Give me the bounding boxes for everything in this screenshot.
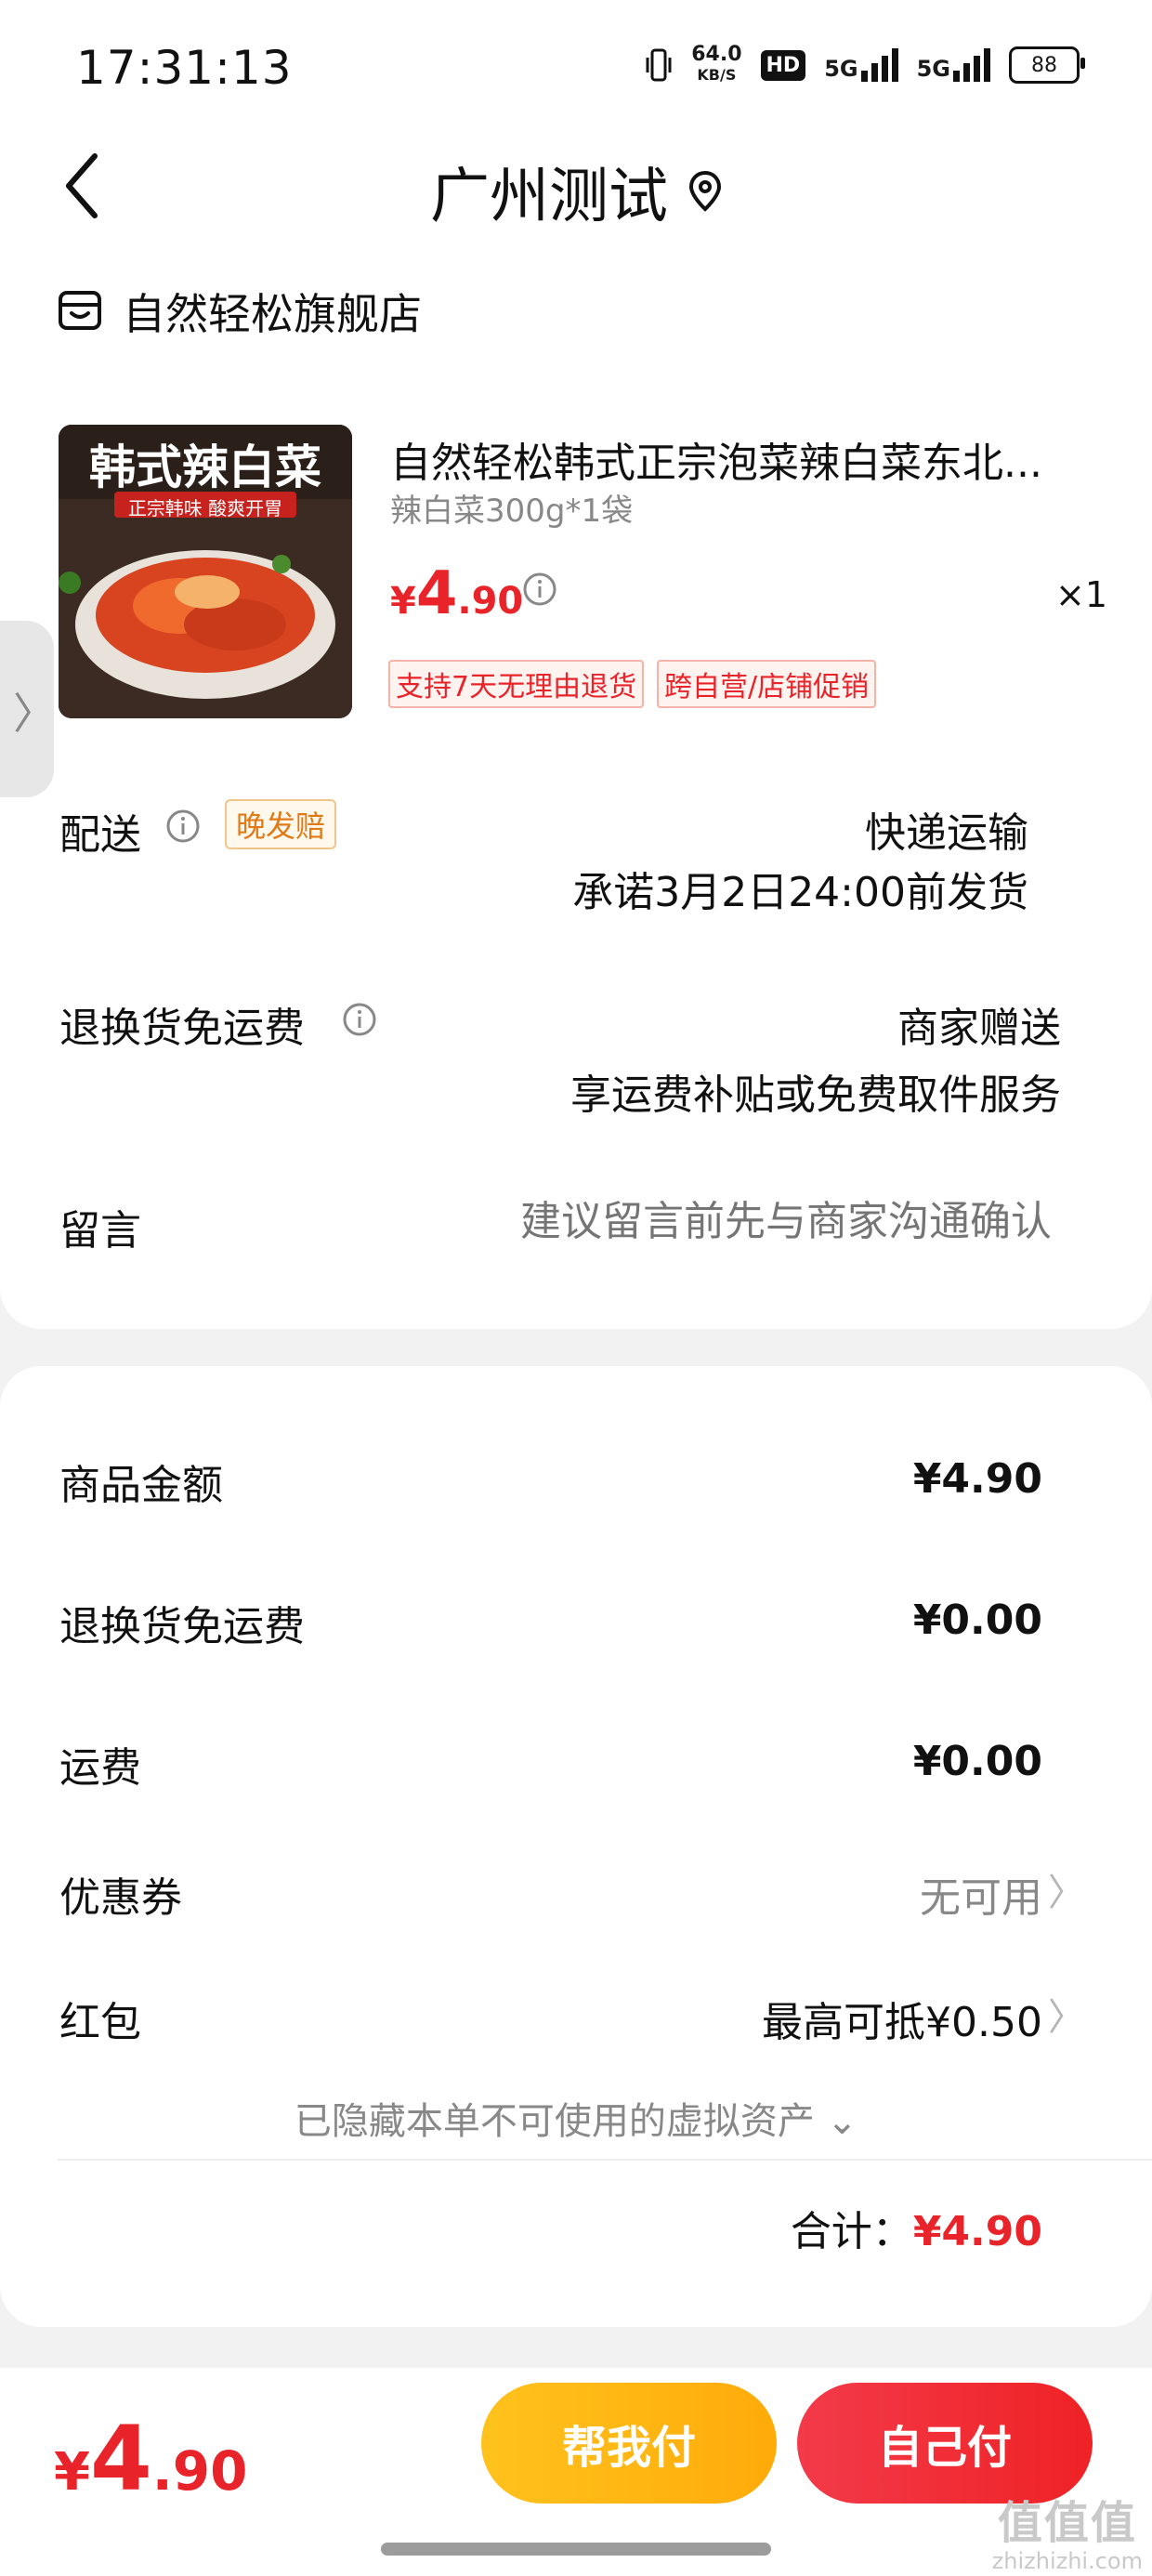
product-price: ¥ 4 .90 xyxy=(390,559,524,628)
price-info-icon[interactable] xyxy=(522,572,557,607)
delivery-promise: 承诺3月2日24:00前发货 xyxy=(572,869,1028,916)
page-title-wrap: 广州测试 xyxy=(0,149,1152,234)
chevron-right-icon: 〉 xyxy=(13,689,56,739)
product-title[interactable]: 自然轻松韩式正宗泡菜辣白菜东北... xyxy=(390,429,1059,489)
product-spec: 辣白菜300g*1袋 xyxy=(390,493,634,530)
return-shipping-desc: 享运费补贴或免费取件服务 xyxy=(570,1071,1061,1119)
shipping-fee-label: 运费 xyxy=(59,1744,141,1792)
divider xyxy=(58,2159,1152,2161)
status-bar: 17:31:13 64.0 KB/S HD 5G 5G 88 xyxy=(0,0,1152,139)
delivery-info-icon[interactable] xyxy=(165,808,201,844)
redpacket-label: 红包 xyxy=(59,1999,141,2046)
store-name[interactable]: 自然轻松旗舰店 xyxy=(123,281,422,342)
return-fee-value: ¥0.00 xyxy=(912,1597,1042,1644)
battery-icon: 88 xyxy=(1009,46,1085,84)
tag-promotion: 跨自营/店铺促销 xyxy=(657,660,877,708)
order-total: 合计：¥4.90 xyxy=(791,2198,1042,2257)
fee-summary-card: 商品金额 ¥4.90 退换货免运费 ¥0.00 运费 ¥0.00 优惠券 无可用… xyxy=(0,1366,1152,2327)
coupon-chevron-icon[interactable]: 〉 xyxy=(1048,1862,1085,1916)
signal-icon-1: 5G xyxy=(824,48,898,82)
coupon-label: 优惠券 xyxy=(59,1874,182,1922)
tag-return-policy: 支持7天无理由退货 xyxy=(388,660,645,708)
return-shipping-info-icon[interactable] xyxy=(342,1002,377,1037)
message-input[interactable] xyxy=(399,1197,1054,1246)
product-image[interactable]: 韩式辣白菜 正宗韩味 酸爽开胃 xyxy=(59,425,352,718)
order-item-card: 自然轻松旗舰店 韩式辣白菜 正宗韩味 酸爽开胃 自然轻松韩式正宗泡菜辣白菜东北.… xyxy=(0,251,1152,1329)
product-quantity: ×1 xyxy=(1055,574,1108,615)
network-speed: 64.0 KB/S xyxy=(691,43,742,85)
return-shipping-label: 退换货免运费 xyxy=(59,1005,305,1052)
late-compensation-badge: 晚发赔 xyxy=(225,799,337,849)
return-fee-label: 退换货免运费 xyxy=(59,1603,305,1650)
side-drawer-handle[interactable]: 〉 xyxy=(0,621,56,797)
product-image-subtitle: 正宗韩味 酸爽开胃 xyxy=(127,497,283,519)
hidden-assets-toggle[interactable]: 已隐藏本单不可使用的虚拟资产 ⌄ xyxy=(0,2091,1152,2145)
site-watermark: 值值值 zhizhizhi.com xyxy=(991,2497,1143,2574)
status-time: 17:31:13 xyxy=(76,41,293,95)
hd-icon: HD xyxy=(760,49,806,81)
store-icon xyxy=(59,291,101,330)
redpacket-value[interactable]: 最高可抵¥0.50 xyxy=(762,1989,1042,2048)
delivery-method[interactable]: 快递运输 xyxy=(865,799,1028,859)
home-indicator[interactable] xyxy=(381,2543,771,2556)
status-icons: 64.0 KB/S HD 5G 5G 88 xyxy=(645,43,1085,85)
help-pay-button[interactable]: 帮我付 xyxy=(481,2383,777,2504)
total-label: 合计： xyxy=(790,2208,913,2255)
bottom-total-price: ¥ 4 .90 xyxy=(54,2407,248,2511)
location-icon[interactable] xyxy=(688,170,722,213)
delivery-label: 配送 xyxy=(59,811,141,859)
signal-icon-2: 5G xyxy=(917,48,990,82)
page-header: 广州测试 xyxy=(0,139,1152,251)
return-shipping-value: 商家赠送 xyxy=(897,1005,1061,1052)
self-pay-button[interactable]: 自己付 xyxy=(797,2383,1093,2504)
goods-amount-label: 商品金额 xyxy=(59,1462,223,1509)
page-title: 广州测试 xyxy=(430,163,668,231)
shipping-fee-value: ¥0.00 xyxy=(912,1738,1042,1785)
message-label: 留言 xyxy=(59,1207,141,1255)
total-value: ¥4.90 xyxy=(912,2208,1042,2255)
product-image-title: 韩式辣白菜 xyxy=(89,440,321,494)
bottom-action-bar: ¥ 4 .90 帮我付 自己付 值值值 zhizhizhi.com xyxy=(0,2368,1152,2576)
redpacket-chevron-icon[interactable]: 〉 xyxy=(1048,1987,1085,2041)
coupon-value[interactable]: 无可用 xyxy=(920,1864,1042,1924)
goods-amount-value: ¥4.90 xyxy=(912,1455,1042,1503)
vibrate-icon xyxy=(646,48,672,82)
